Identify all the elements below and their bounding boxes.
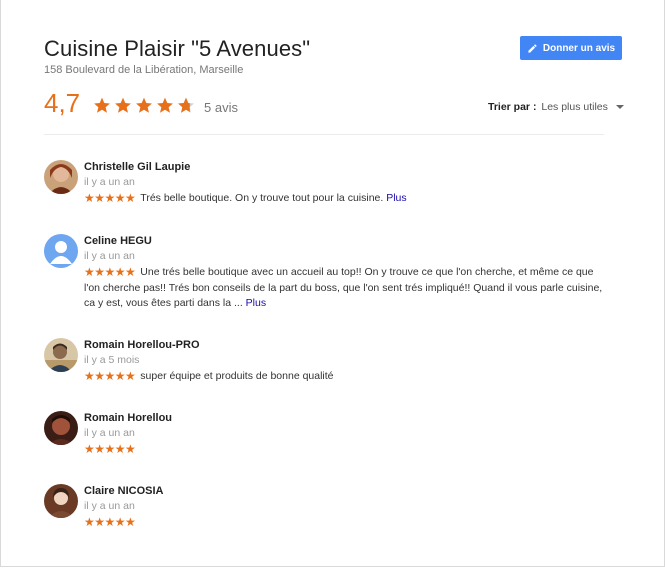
divider <box>44 134 604 135</box>
review-body: ★★★★★ Trés belle boutique. On y trouve to… <box>84 191 609 207</box>
review-stars: ★★★★★ <box>84 442 136 456</box>
avatar-photo <box>44 484 78 518</box>
review-author[interactable]: Romain Horellou <box>84 412 172 424</box>
review-text: super équipe et produits de bonne qualit… <box>140 370 334 382</box>
write-review-label: Donner un avis <box>542 42 616 54</box>
review-body: ★★★★★ <box>84 442 609 458</box>
sort-value: Les plus utiles <box>541 101 608 113</box>
avatar-photo <box>44 338 78 372</box>
review-count: 5 avis <box>204 100 238 115</box>
more-link[interactable]: Plus <box>246 297 266 309</box>
review-body: ★★★★★ Une trés belle boutique avec un acc… <box>84 265 609 312</box>
review-date: il y a 5 mois <box>84 354 140 366</box>
review-author[interactable]: Romain Horellou-PRO <box>84 339 200 351</box>
review-body: ★★★★★ <box>84 515 609 531</box>
star-icon <box>157 97 173 113</box>
pencil-icon <box>528 43 537 53</box>
place-name: Cuisine Plaisir "5 Avenues" <box>44 36 311 61</box>
review-date: il y a un an <box>84 176 135 188</box>
avatar[interactable] <box>44 234 78 268</box>
average-stars <box>92 96 196 115</box>
avatar[interactable] <box>44 160 78 194</box>
star-icon <box>94 97 110 113</box>
average-rating: 4,7 <box>44 88 81 118</box>
review-date: il y a un an <box>84 500 135 512</box>
review-author[interactable]: Celine HEGU <box>84 235 152 247</box>
avatar[interactable] <box>44 338 78 372</box>
avatar-photo <box>44 411 78 445</box>
review-author[interactable]: Claire NICOSIA <box>84 485 163 497</box>
avatar[interactable] <box>44 411 78 445</box>
avatar-photo <box>44 160 78 194</box>
write-review-button[interactable]: Donner un avis <box>520 36 622 60</box>
review-text: Trés belle boutique. On y trouve tout po… <box>140 192 384 204</box>
review-date: il y a un an <box>84 250 135 262</box>
review-stars: ★★★★★ <box>84 265 136 279</box>
place-address: 158 Boulevard de la Libération, Marseill… <box>44 64 244 76</box>
review-stars: ★★★★★ <box>84 369 136 383</box>
more-link[interactable]: Plus <box>386 192 406 204</box>
star-icon <box>115 97 131 113</box>
avatar[interactable] <box>44 484 78 518</box>
caret-down-icon <box>615 105 624 110</box>
review-body: ★★★★★ super équipe et produits de bonne q… <box>84 369 609 385</box>
review-stars: ★★★★★ <box>84 191 136 205</box>
review-date: il y a un an <box>84 427 135 439</box>
review-author[interactable]: Christelle Gil Laupie <box>84 161 190 173</box>
sort-label: Trier par : <box>488 101 537 113</box>
review-text: Une trés belle boutique avec un accueil … <box>84 266 603 309</box>
review-stars: ★★★★★ <box>84 515 136 529</box>
half-star-icon <box>178 97 194 113</box>
star-icon <box>136 97 152 113</box>
default-avatar-icon <box>44 234 78 268</box>
sort-dropdown[interactable]: Trier par : Les plus utiles <box>488 101 624 113</box>
